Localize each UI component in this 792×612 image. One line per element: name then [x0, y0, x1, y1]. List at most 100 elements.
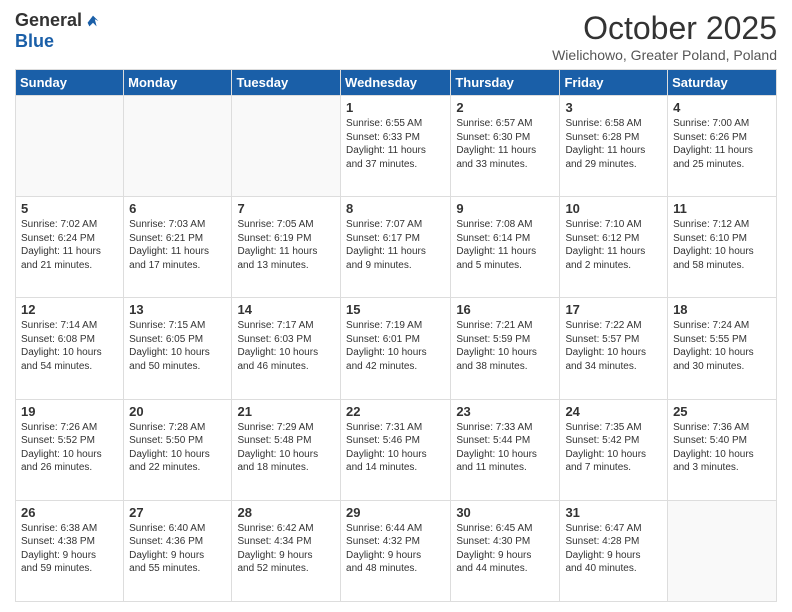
calendar-cell: 29Sunrise: 6:44 AM Sunset: 4:32 PM Dayli…	[341, 500, 451, 601]
calendar-week-row: 26 Sunrise: 6:38 AM Sunset: 4:38 PM Dayli…	[16, 500, 777, 601]
day-info: Sunrise: 7:08 AM Sunset: 6:14 PM Dayligh…	[456, 218, 554, 272]
calendar-cell: 9Sunrise: 7:08 AM Sunset: 6:14 PM Daylig…	[451, 197, 560, 298]
calendar-cell: 20Sunrise: 7:28 AM Sunset: 5:50 PM Dayli…	[124, 399, 232, 500]
day-number: 19	[21, 404, 118, 419]
calendar-cell: 30 Sunrise: 6:45 AM Sunset: 4:30 PM Dayli…	[451, 500, 560, 601]
day-info: Sunrise: 7:17 AM Sunset: 6:03 PM Dayligh…	[237, 319, 335, 373]
calendar-cell: 25Sunrise: 7:36 AM Sunset: 5:40 PM Dayli…	[668, 399, 777, 500]
calendar-cell: 26 Sunrise: 6:38 AM Sunset: 4:38 PM Dayli…	[16, 500, 124, 601]
day-number: 25	[673, 404, 771, 419]
calendar-cell: 21Sunrise: 7:29 AM Sunset: 5:48 PM Dayli…	[232, 399, 341, 500]
day-info: Sunrise: 6:58 AM Sunset: 6:28 PM Dayligh…	[565, 117, 662, 171]
calendar-cell: 1Sunrise: 6:55 AM Sunset: 6:33 PM Daylig…	[341, 96, 451, 197]
day-info: Sunrise: 7:22 AM Sunset: 5:57 PM Dayligh…	[565, 319, 662, 373]
calendar-cell: 13 Sunrise: 7:15 AM Sunset: 6:05 PM Dayli…	[124, 298, 232, 399]
day-number: 1	[346, 100, 445, 115]
weekday-header-sunday: Sunday	[16, 70, 124, 96]
calendar-cell: 19 Sunrise: 7:26 AM Sunset: 5:52 PM Dayli…	[16, 399, 124, 500]
day-number: 15	[346, 302, 445, 317]
day-info: Sunrise: 7:26 AM Sunset: 5:52 PM Dayligh…	[21, 421, 118, 475]
weekday-header-thursday: Thursday	[451, 70, 560, 96]
day-number: 4	[673, 100, 771, 115]
title-block: October 2025 Wielichowo, Greater Poland,…	[552, 10, 777, 63]
day-number: 12	[21, 302, 118, 317]
day-info: Sunrise: 6:45 AM Sunset: 4:30 PM Dayligh…	[456, 522, 554, 576]
day-number: 13	[129, 302, 226, 317]
header: General Blue October 2025 Wielichowo, Gr…	[15, 10, 777, 63]
calendar-cell: 22 Sunrise: 7:31 AM Sunset: 5:46 PM Dayli…	[341, 399, 451, 500]
day-number: 14	[237, 302, 335, 317]
calendar-cell: 24 Sunrise: 7:35 AM Sunset: 5:42 PM Dayli…	[560, 399, 668, 500]
logo: General Blue	[15, 10, 102, 52]
day-info: Sunrise: 7:19 AM Sunset: 6:01 PM Dayligh…	[346, 319, 445, 373]
calendar-cell: 7Sunrise: 7:05 AM Sunset: 6:19 PM Daylig…	[232, 197, 341, 298]
day-info: Sunrise: 7:21 AM Sunset: 5:59 PM Dayligh…	[456, 319, 554, 373]
day-info: Sunrise: 7:12 AM Sunset: 6:10 PM Dayligh…	[673, 218, 771, 272]
calendar-cell: 8 Sunrise: 7:07 AM Sunset: 6:17 PM Daylig…	[341, 197, 451, 298]
day-info: Sunrise: 7:29 AM Sunset: 5:48 PM Dayligh…	[237, 421, 335, 475]
day-number: 31	[565, 505, 662, 520]
calendar-cell	[16, 96, 124, 197]
calendar-cell: 28 Sunrise: 6:42 AM Sunset: 4:34 PM Dayli…	[232, 500, 341, 601]
day-number: 29	[346, 505, 445, 520]
day-number: 23	[456, 404, 554, 419]
calendar-cell: 12 Sunrise: 7:14 AM Sunset: 6:08 PM Dayli…	[16, 298, 124, 399]
day-info: Sunrise: 7:14 AM Sunset: 6:08 PM Dayligh…	[21, 319, 118, 373]
calendar-cell: 27Sunrise: 6:40 AM Sunset: 4:36 PM Dayli…	[124, 500, 232, 601]
calendar-week-row: 1Sunrise: 6:55 AM Sunset: 6:33 PM Daylig…	[16, 96, 777, 197]
day-number: 16	[456, 302, 554, 317]
page: General Blue October 2025 Wielichowo, Gr…	[0, 0, 792, 612]
day-info: Sunrise: 6:40 AM Sunset: 4:36 PM Dayligh…	[129, 522, 226, 576]
day-info: Sunrise: 6:47 AM Sunset: 4:28 PM Dayligh…	[565, 522, 662, 576]
calendar-cell	[668, 500, 777, 601]
logo-bird-icon	[84, 12, 102, 30]
day-info: Sunrise: 7:05 AM Sunset: 6:19 PM Dayligh…	[237, 218, 335, 272]
calendar-cell: 11Sunrise: 7:12 AM Sunset: 6:10 PM Dayli…	[668, 197, 777, 298]
day-number: 20	[129, 404, 226, 419]
day-number: 24	[565, 404, 662, 419]
day-number: 26	[21, 505, 118, 520]
month-title: October 2025	[552, 10, 777, 47]
calendar-cell: 31 Sunrise: 6:47 AM Sunset: 4:28 PM Dayli…	[560, 500, 668, 601]
day-number: 30	[456, 505, 554, 520]
logo-general-text: General	[15, 10, 82, 31]
day-info: Sunrise: 6:42 AM Sunset: 4:34 PM Dayligh…	[237, 522, 335, 576]
day-info: Sunrise: 7:35 AM Sunset: 5:42 PM Dayligh…	[565, 421, 662, 475]
calendar-cell	[232, 96, 341, 197]
day-number: 17	[565, 302, 662, 317]
calendar-table: SundayMondayTuesdayWednesdayThursdayFrid…	[15, 69, 777, 602]
calendar-cell: 17 Sunrise: 7:22 AM Sunset: 5:57 PM Dayli…	[560, 298, 668, 399]
location: Wielichowo, Greater Poland, Poland	[552, 47, 777, 63]
weekday-header-saturday: Saturday	[668, 70, 777, 96]
calendar-cell: 6 Sunrise: 7:03 AM Sunset: 6:21 PM Daylig…	[124, 197, 232, 298]
calendar-week-row: 12 Sunrise: 7:14 AM Sunset: 6:08 PM Dayli…	[16, 298, 777, 399]
day-info: Sunrise: 7:00 AM Sunset: 6:26 PM Dayligh…	[673, 117, 771, 171]
day-number: 28	[237, 505, 335, 520]
day-info: Sunrise: 7:07 AM Sunset: 6:17 PM Dayligh…	[346, 218, 445, 272]
calendar-week-row: 19 Sunrise: 7:26 AM Sunset: 5:52 PM Dayli…	[16, 399, 777, 500]
day-number: 22	[346, 404, 445, 419]
day-number: 5	[21, 201, 118, 216]
day-info: Sunrise: 6:57 AM Sunset: 6:30 PM Dayligh…	[456, 117, 554, 171]
calendar-cell: 18Sunrise: 7:24 AM Sunset: 5:55 PM Dayli…	[668, 298, 777, 399]
day-number: 3	[565, 100, 662, 115]
calendar-cell: 10Sunrise: 7:10 AM Sunset: 6:12 PM Dayli…	[560, 197, 668, 298]
day-number: 6	[129, 201, 226, 216]
weekday-header-wednesday: Wednesday	[341, 70, 451, 96]
calendar-header-row: SundayMondayTuesdayWednesdayThursdayFrid…	[16, 70, 777, 96]
day-info: Sunrise: 6:38 AM Sunset: 4:38 PM Dayligh…	[21, 522, 118, 576]
weekday-header-friday: Friday	[560, 70, 668, 96]
weekday-header-monday: Monday	[124, 70, 232, 96]
logo-blue-text: Blue	[15, 31, 54, 52]
calendar-cell	[124, 96, 232, 197]
day-number: 10	[565, 201, 662, 216]
calendar-cell: 16 Sunrise: 7:21 AM Sunset: 5:59 PM Dayli…	[451, 298, 560, 399]
weekday-header-tuesday: Tuesday	[232, 70, 341, 96]
day-info: Sunrise: 7:03 AM Sunset: 6:21 PM Dayligh…	[129, 218, 226, 272]
day-info: Sunrise: 7:31 AM Sunset: 5:46 PM Dayligh…	[346, 421, 445, 475]
day-info: Sunrise: 7:24 AM Sunset: 5:55 PM Dayligh…	[673, 319, 771, 373]
calendar-cell: 5Sunrise: 7:02 AM Sunset: 6:24 PM Daylig…	[16, 197, 124, 298]
day-number: 8	[346, 201, 445, 216]
calendar-cell: 4 Sunrise: 7:00 AM Sunset: 6:26 PM Daylig…	[668, 96, 777, 197]
day-info: Sunrise: 7:15 AM Sunset: 6:05 PM Dayligh…	[129, 319, 226, 373]
